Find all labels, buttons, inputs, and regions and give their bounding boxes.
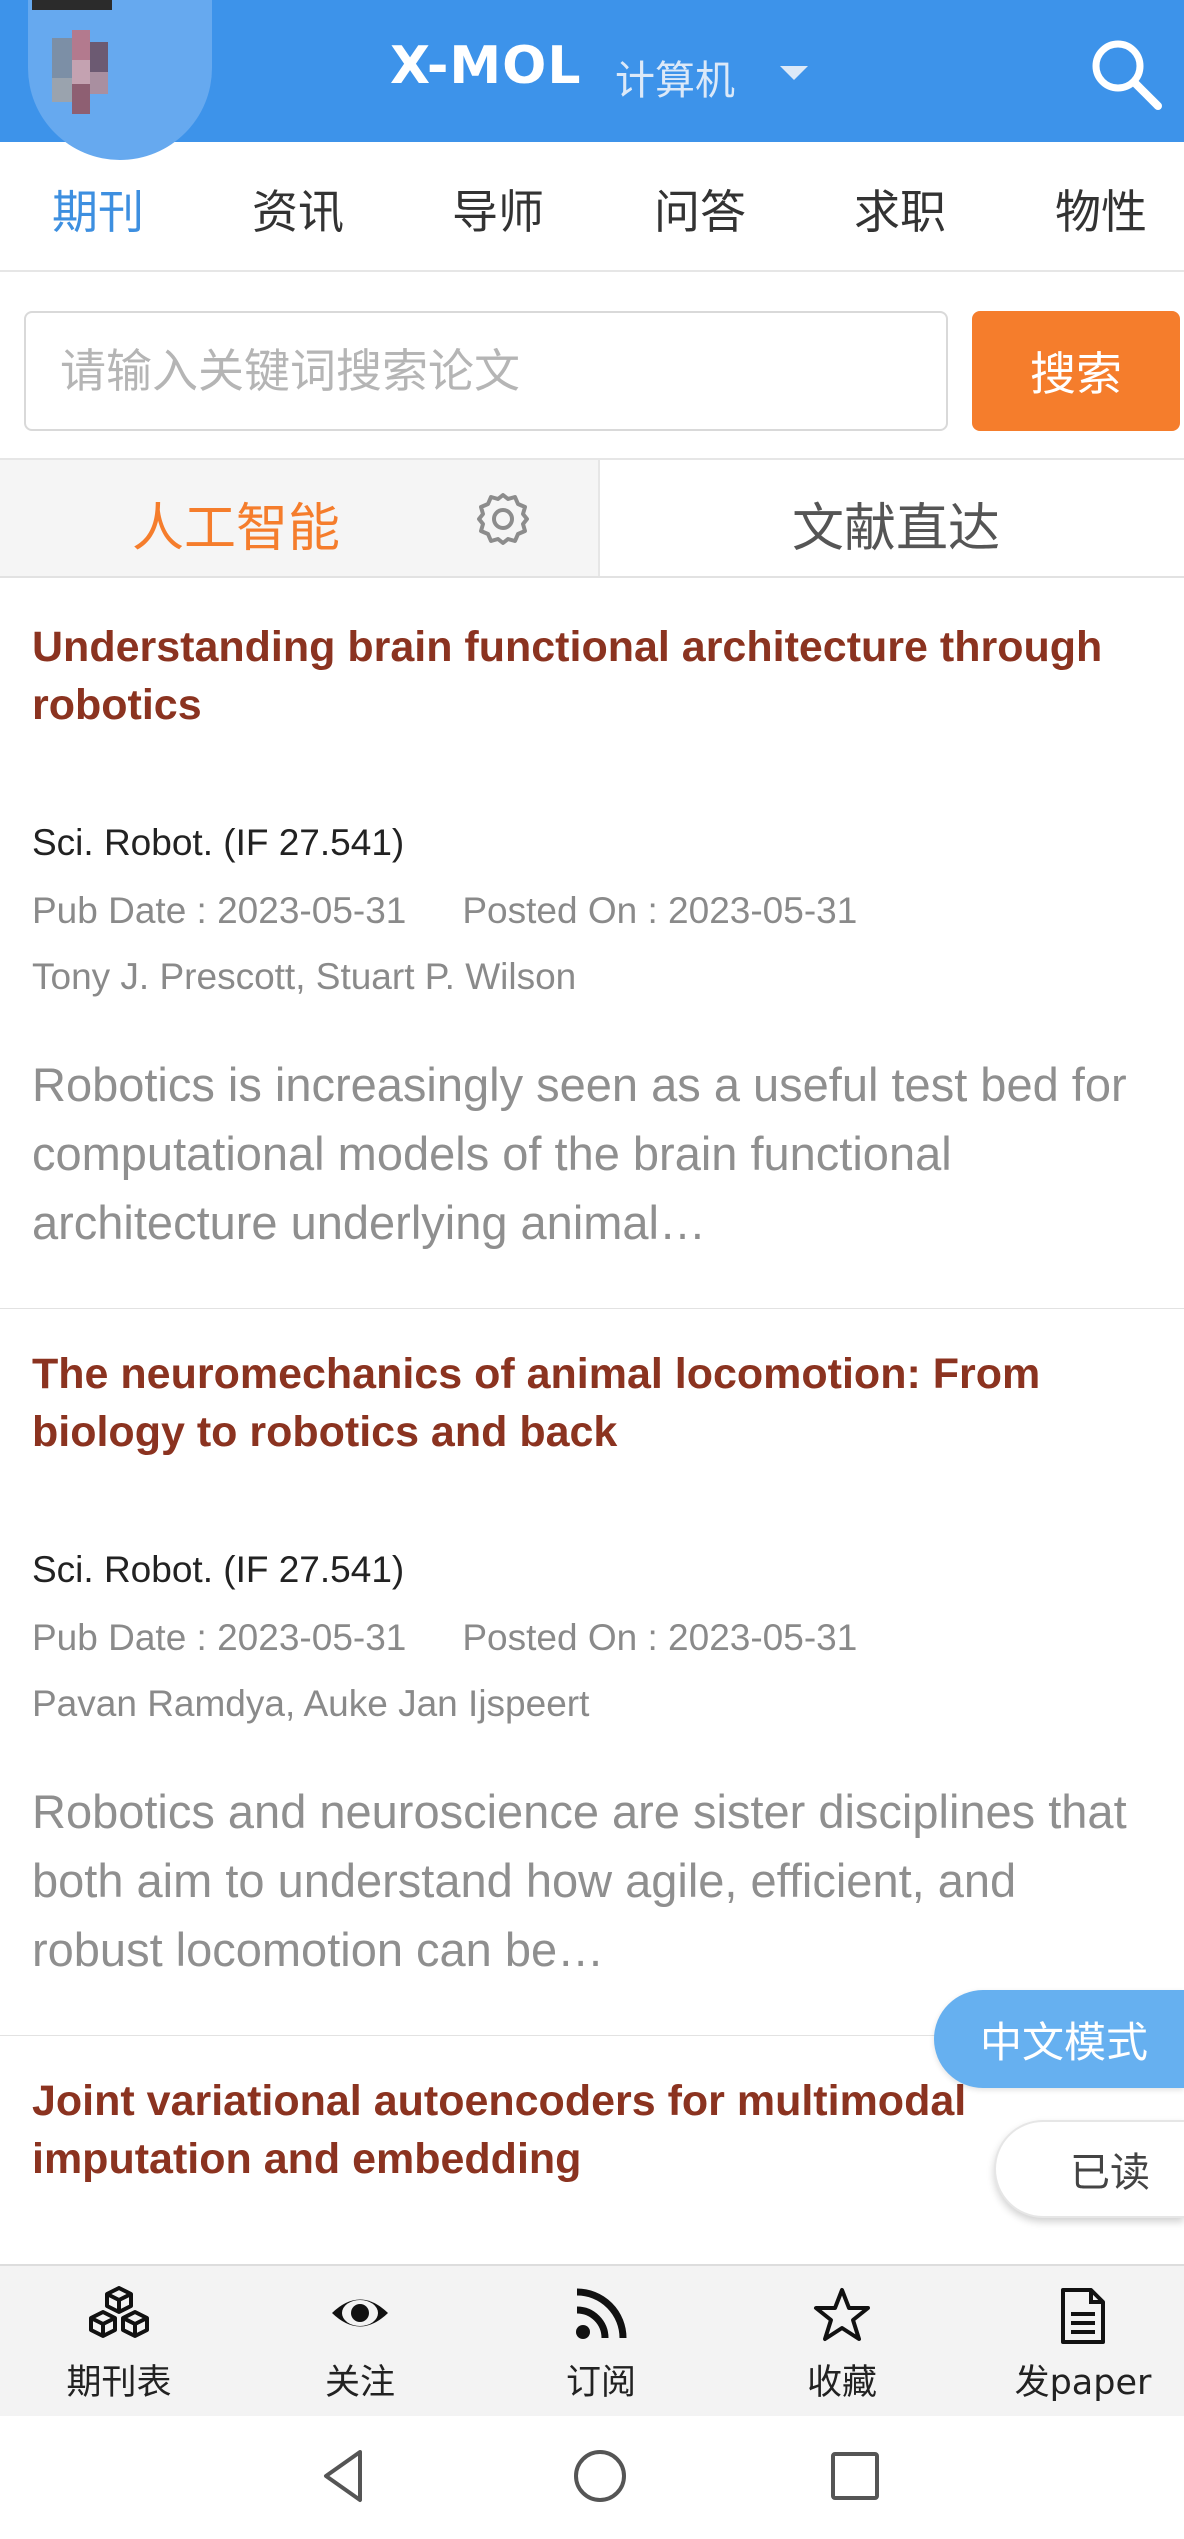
- back-icon[interactable]: [318, 2446, 368, 2506]
- nav-tab-properties[interactable]: 物性: [1055, 176, 1147, 242]
- article-title[interactable]: Joint variational autoencoders for multi…: [32, 2072, 1142, 2188]
- subtab-ai-label: 人工智能: [132, 499, 341, 559]
- tab-publish-paper-label: 发paper: [1014, 2363, 1152, 2403]
- gear-icon[interactable]: [474, 490, 532, 548]
- article-pub-date: Pub Date : 2023-05-31: [32, 1617, 407, 1658]
- caret-down-icon[interactable]: [780, 66, 808, 80]
- article-posted-date: Posted On : 2023-05-31: [462, 890, 858, 931]
- avatar[interactable]: [28, 0, 212, 160]
- article-journal: Sci. Robot. (IF 27.541): [32, 822, 405, 863]
- article-pub-date: Pub Date : 2023-05-31: [32, 890, 407, 931]
- tab-follow[interactable]: 关注: [242, 2266, 478, 2416]
- article-title[interactable]: Understanding brain functional architect…: [32, 618, 1142, 734]
- tab-journal-list-label: 期刊表: [66, 2363, 172, 2403]
- tab-favorites-label: 收藏: [806, 2363, 877, 2403]
- bottom-tab-bar: 期刊表 关注 订阅 收藏 发paper: [0, 2264, 1184, 2416]
- app-header: X-MOL 计算机: [0, 0, 1184, 160]
- tab-subscribe-label: 订阅: [565, 2363, 636, 2403]
- article-title[interactable]: The neuromechanics of animal locomotion:…: [32, 1345, 1142, 1461]
- home-icon[interactable]: [570, 2446, 630, 2506]
- article-authors: Pavan Ramdya, Auke Jan Ijspeert: [32, 1683, 590, 1724]
- article-abstract: Robotics and neuroscience are sister dis…: [32, 1785, 1127, 1976]
- article-abstract: Robotics is increasingly seen as a usefu…: [32, 1058, 1127, 1249]
- star-icon: [814, 2288, 870, 2341]
- nav-tab-news[interactable]: 资讯: [252, 176, 344, 242]
- article-dates: Pub Date : 2023-05-31 Posted On : 2023-05…: [32, 1617, 857, 1659]
- document-icon: [1061, 2288, 1105, 2344]
- search-input[interactable]: [24, 311, 948, 431]
- nav-tab-jobs[interactable]: 求职: [854, 176, 946, 242]
- tab-follow-label: 关注: [324, 2363, 395, 2403]
- tab-journal-list[interactable]: 期刊表: [1, 2266, 237, 2416]
- subtab-ai[interactable]: 人工智能: [0, 460, 600, 576]
- nav-tab-qa[interactable]: 问答: [654, 176, 746, 242]
- subtab-direct-access-label: 文献直达: [792, 499, 1001, 559]
- article-card[interactable]: The neuromechanics of animal locomotion:…: [0, 1309, 1184, 2037]
- tab-publish-paper[interactable]: 发paper: [965, 2266, 1184, 2416]
- category-selector[interactable]: 计算机: [615, 48, 735, 106]
- tab-subscribe[interactable]: 订阅: [483, 2266, 719, 2416]
- nav-tab-mentors[interactable]: 导师: [452, 176, 544, 242]
- subtab-direct-access[interactable]: 文献直达: [600, 460, 1184, 576]
- app-brand-title: X-MOL: [390, 36, 582, 96]
- tab-favorites[interactable]: 收藏: [724, 2266, 960, 2416]
- article-authors: Tony J. Prescott, Stuart P. Wilson: [32, 956, 577, 997]
- recents-icon[interactable]: [828, 2446, 882, 2506]
- article-card[interactable]: Understanding brain functional architect…: [0, 582, 1184, 1310]
- chinese-mode-button[interactable]: 中文模式: [934, 1990, 1184, 2088]
- system-navigation-bar: [0, 2416, 1184, 2539]
- article-dates: Pub Date : 2023-05-31 Posted On : 2023-05…: [32, 890, 857, 932]
- eye-icon: [332, 2299, 388, 2327]
- article-journal: Sci. Robot. (IF 27.541): [32, 1549, 405, 1590]
- mark-read-button[interactable]: 已读: [994, 2120, 1184, 2218]
- search-button[interactable]: 搜索: [972, 311, 1180, 431]
- nav-tab-journals[interactable]: 期刊: [52, 176, 144, 242]
- top-nav: 期刊 资讯 导师 问答 求职 物性: [0, 142, 1184, 272]
- rss-icon: [576, 2288, 627, 2339]
- sub-tabs: 人工智能 文献直达: [0, 458, 1184, 578]
- search-icon[interactable]: [1086, 34, 1166, 114]
- cubes-icon: [89, 2286, 149, 2338]
- article-posted-date: Posted On : 2023-05-31: [462, 1617, 858, 1658]
